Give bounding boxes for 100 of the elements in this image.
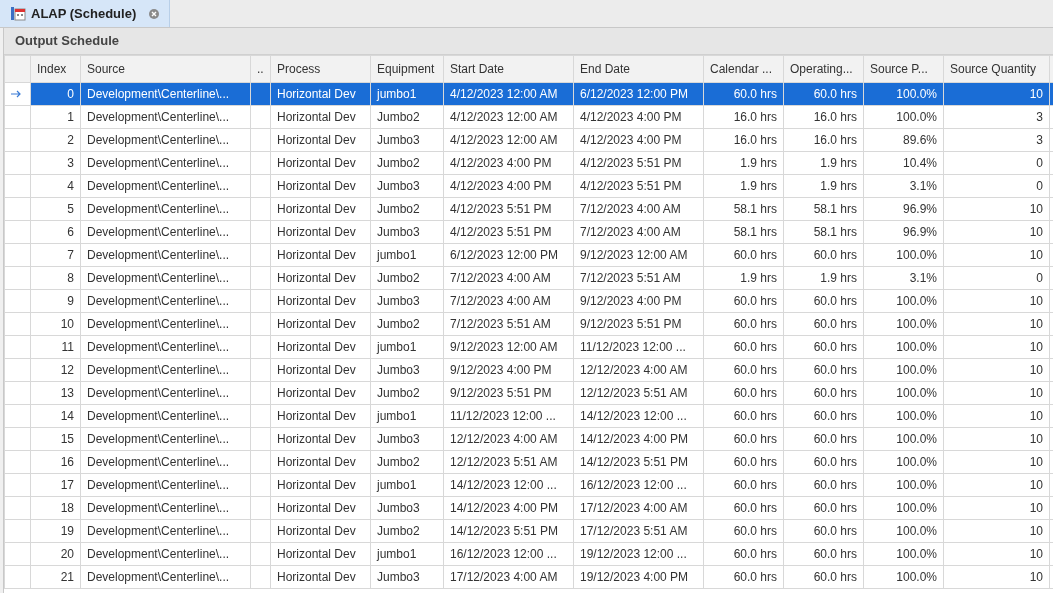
table-cell: 16.0 hrs: [783, 105, 864, 129]
table-cell: 60.0 hrs: [783, 312, 864, 336]
table-cell: 7/12/2023 4:00 AM: [573, 197, 704, 221]
table-cell: 58.1 hrs: [783, 220, 864, 244]
table-cell: 9/12/2023 4:00 PM: [573, 289, 704, 313]
table-cell: 10: [943, 496, 1050, 520]
table-cell: jumbo1: [370, 542, 444, 566]
table-cell: Jumbo2: [370, 450, 444, 474]
table-cell: 10: [943, 473, 1050, 497]
table-cell: Horizontal Dev: [270, 519, 371, 543]
table-cell: 100.0%: [863, 473, 944, 497]
table-cell: 60.0 hrs: [783, 335, 864, 359]
table-cell: 10: [943, 289, 1050, 313]
document-tab[interactable]: ALAP (Schedule): [0, 0, 171, 27]
table-cell: 16: [30, 450, 81, 474]
table-cell: 10: [943, 519, 1050, 543]
table-cell: 58.1 hrs: [783, 197, 864, 221]
table-cell: 60.0 hrs: [783, 496, 864, 520]
table-cell: 1.9 hrs: [703, 174, 784, 198]
table-cell: 60.0 hrs: [703, 381, 784, 405]
table-cell: 2: [30, 128, 81, 152]
column-header[interactable]: Index: [30, 55, 81, 83]
table-cell: Jumbo2: [370, 105, 444, 129]
table-cell: 12/12/2023 4:00 AM: [573, 358, 704, 382]
table-cell: 4/12/2023 12:00 AM: [443, 82, 574, 106]
column-header[interactable]: Operating...: [783, 55, 864, 83]
table-cell: 60.0 hrs: [783, 404, 864, 428]
table-cell: Horizontal Dev: [270, 496, 371, 520]
panel-title: Output Schedule: [4, 28, 1053, 55]
table-cell: 9/12/2023 5:51 PM: [443, 381, 574, 405]
table-cell: 60.0 hrs: [703, 496, 784, 520]
table-cell: Development\Centerline\...: [80, 220, 251, 244]
table-cell: 17/12/2023 5:51 AM: [573, 519, 704, 543]
table-cell: Development\Centerline\...: [80, 174, 251, 198]
column-header[interactable]: Calendar ...: [703, 55, 784, 83]
table-cell: 60.0 hrs: [783, 473, 864, 497]
table-cell: 9/12/2023 5:51 PM: [573, 312, 704, 336]
table-cell: 100.0%: [863, 381, 944, 405]
table-cell: 100.0%: [863, 358, 944, 382]
table-cell: Development\Centerline\...: [80, 335, 251, 359]
table-cell: 10: [943, 220, 1050, 244]
column-header[interactable]: End Date: [573, 55, 704, 83]
table-cell: 3: [30, 151, 81, 175]
table-cell: Horizontal Dev: [270, 404, 371, 428]
table-cell: 19: [30, 519, 81, 543]
column-header[interactable]: Source: [80, 55, 251, 83]
table-cell: 1.9 hrs: [783, 174, 864, 198]
table-cell: 60.0 hrs: [783, 358, 864, 382]
table-cell: 12/12/2023 5:51 AM: [443, 450, 574, 474]
table-cell: Development\Centerline\...: [80, 427, 251, 451]
table-cell: Horizontal Dev: [270, 358, 371, 382]
table-cell: Development\Centerline\...: [80, 197, 251, 221]
table-cell: 60.0 hrs: [703, 358, 784, 382]
table-cell: Jumbo2: [370, 266, 444, 290]
table-cell: 14/12/2023 5:51 PM: [443, 519, 574, 543]
table-cell: 60.0 hrs: [703, 404, 784, 428]
table-cell: 10: [943, 243, 1050, 267]
column-header[interactable]: Source P...: [863, 55, 944, 83]
table-cell: 6/12/2023 12:00 PM: [573, 82, 704, 106]
table-cell: 6: [30, 220, 81, 244]
table-cell: 60.0 hrs: [703, 335, 784, 359]
table-cell: Development\Centerline\...: [80, 266, 251, 290]
table-cell: 16.0 hrs: [703, 128, 784, 152]
table-cell: Jumbo2: [370, 151, 444, 175]
table-cell: 7/12/2023 4:00 AM: [573, 220, 704, 244]
table-cell: Horizontal Dev: [270, 266, 371, 290]
table-cell: 16/12/2023 12:00 ...: [573, 473, 704, 497]
column-header[interactable]: Process: [270, 55, 371, 83]
column-header[interactable]: Source Quantity: [943, 55, 1050, 83]
table-cell: 17: [30, 473, 81, 497]
table-cell: Horizontal Dev: [270, 312, 371, 336]
close-icon[interactable]: [149, 8, 160, 19]
table-cell: Development\Centerline\...: [80, 312, 251, 336]
table-cell: 4/12/2023 5:51 PM: [573, 174, 704, 198]
table-cell: 4/12/2023 5:51 PM: [443, 220, 574, 244]
table-cell: 15: [30, 427, 81, 451]
table-cell: 12: [30, 358, 81, 382]
table-cell: 7/12/2023 4:00 AM: [443, 289, 574, 313]
table-cell: 60.0 hrs: [703, 473, 784, 497]
table-cell: 100.0%: [863, 243, 944, 267]
column-header[interactable]: Start Date: [443, 55, 574, 83]
table-cell: 16.0 hrs: [783, 128, 864, 152]
table-cell: 14/12/2023 4:00 PM: [573, 427, 704, 451]
column-header[interactable]: Equipment: [370, 55, 444, 83]
table-cell: 60.0 hrs: [783, 427, 864, 451]
table-cell: 14/12/2023 5:51 PM: [573, 450, 704, 474]
table-cell: 14/12/2023 4:00 PM: [443, 496, 574, 520]
table-cell: 4/12/2023 4:00 PM: [573, 128, 704, 152]
table-cell: 10: [943, 565, 1050, 589]
table-cell: Development\Centerline\...: [80, 404, 251, 428]
column-header[interactable]: ..: [250, 55, 271, 83]
table-cell: 60.0 hrs: [703, 519, 784, 543]
table-cell: 5: [30, 197, 81, 221]
table-cell: 100.0%: [863, 404, 944, 428]
table-cell: Horizontal Dev: [270, 197, 371, 221]
table-cell: Development\Centerline\...: [80, 496, 251, 520]
table-cell: 7: [30, 243, 81, 267]
table-cell: 1.9 hrs: [703, 151, 784, 175]
table-cell: 11/12/2023 12:00 ...: [443, 404, 574, 428]
table-cell: 4/12/2023 4:00 PM: [443, 174, 574, 198]
